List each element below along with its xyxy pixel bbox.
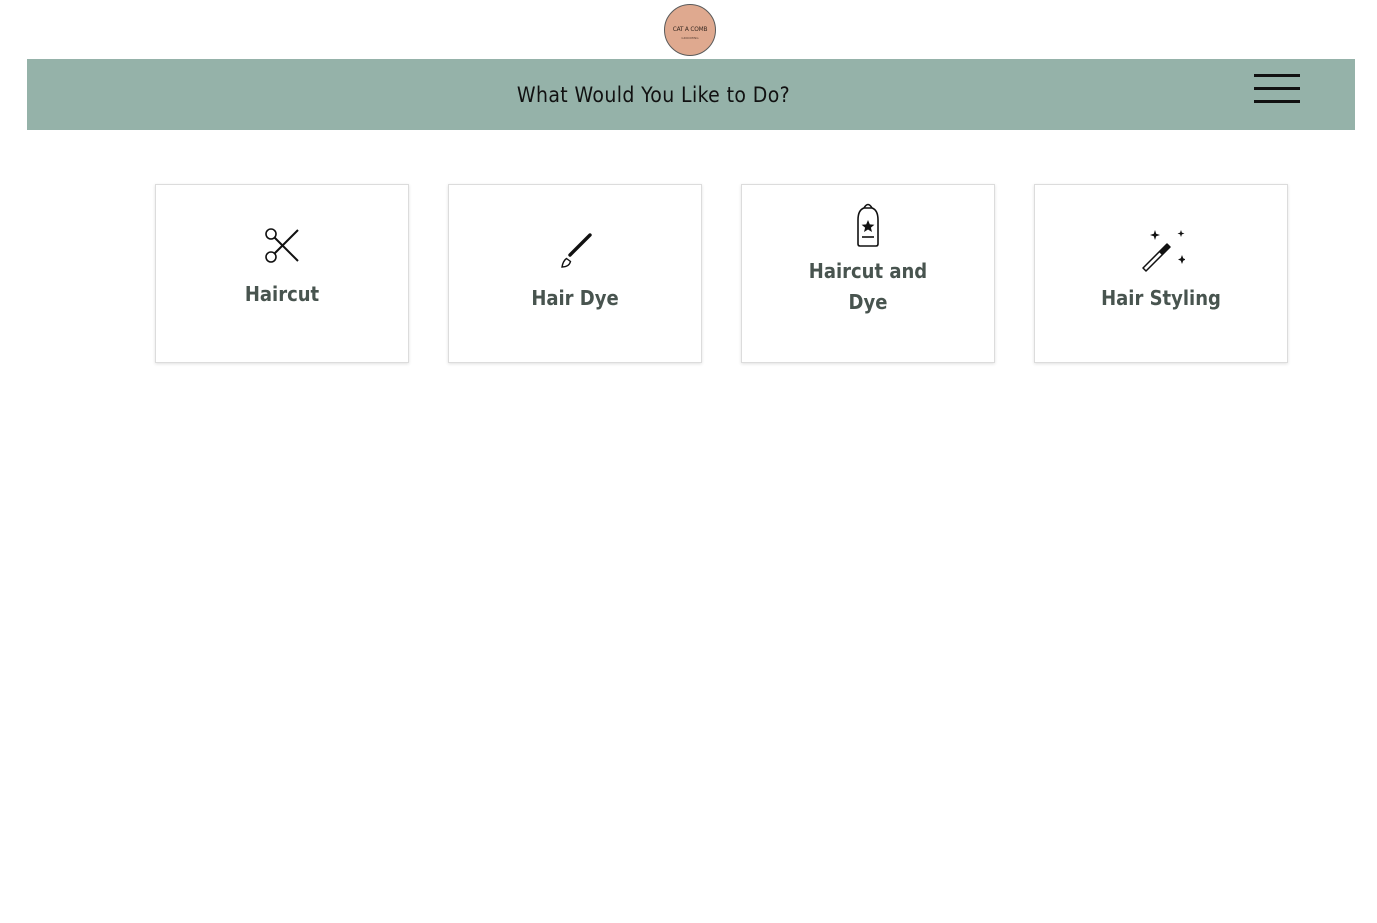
logo-text: CAT A COMB (672, 24, 708, 33)
menu-button[interactable] (1253, 71, 1301, 109)
page: CAT A COMB GROOMING What Would You Like … (0, 0, 1377, 923)
service-label: Hair Styling (1101, 286, 1221, 310)
service-card-haircut[interactable]: Haircut (155, 184, 409, 363)
service-label: Haircut and Dye (808, 258, 928, 314)
service-card-haircut-and-dye[interactable]: Haircut and Dye (741, 184, 995, 363)
magic-wand-icon (1142, 230, 1185, 272)
service-card-hair-styling[interactable]: Hair Styling (1034, 184, 1288, 363)
logo-subtext: GROOMING (681, 35, 699, 40)
service-label: Haircut (244, 282, 320, 306)
header-bar: What Would You Like to Do? (27, 59, 1355, 130)
scissors-icon (265, 228, 299, 263)
brand-logo[interactable]: CAT A COMB GROOMING (664, 4, 716, 56)
service-card-hair-dye[interactable]: Hair Dye (448, 184, 702, 363)
hamburger-line (1254, 74, 1300, 77)
hamburger-line (1254, 87, 1300, 90)
hamburger-line (1254, 100, 1300, 103)
service-label: Hair Dye (531, 286, 619, 310)
paintbrush-icon (561, 233, 592, 268)
bottle-icon (857, 203, 879, 247)
page-title: What Would You Like to Do? (516, 83, 791, 107)
service-cards: Haircut Hair Dye Haircut and Dye Hair St… (155, 184, 1289, 364)
